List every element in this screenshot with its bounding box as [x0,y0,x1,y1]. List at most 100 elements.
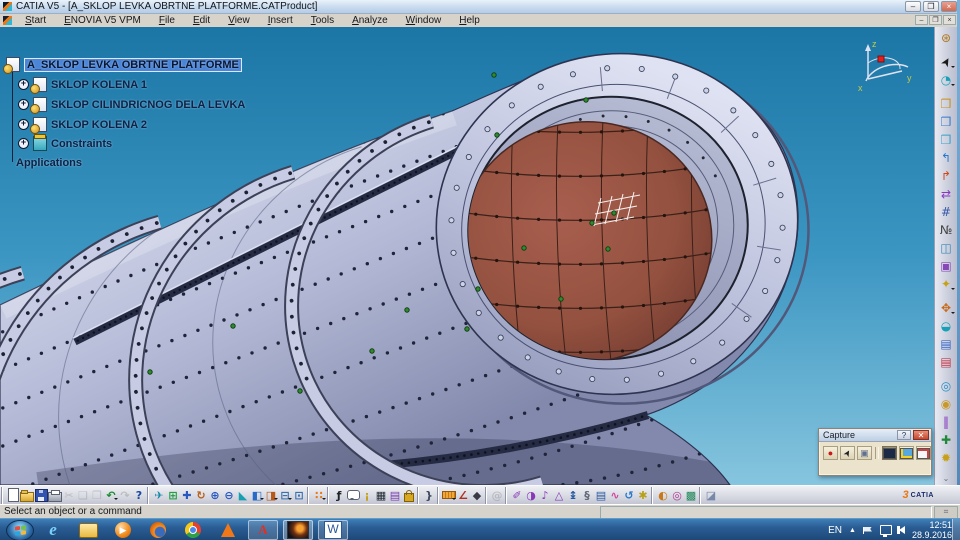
quick-view-icon[interactable]: ⊟ [278,487,292,503]
capture-record-button[interactable]: ● [823,446,838,460]
tree-item-label[interactable]: Applications [16,157,82,169]
relations-icon[interactable]: ▤ [388,487,402,503]
scene-icon[interactable]: ∿ [608,487,622,503]
start-button[interactable] [6,520,34,540]
photo-studio-icon[interactable]: ◎ [670,487,684,503]
redo-icon[interactable]: ↷ [118,487,132,503]
capture-select-mode-button[interactable]: ➤ [840,446,855,460]
knowledge-inspector-icon[interactable]: ¡ [360,487,374,503]
document-menu-icon[interactable] [3,16,12,25]
workbench-back-icon[interactable]: ◪ [704,487,718,503]
mass-properties-icon[interactable]: ◆ [470,487,484,503]
capture-album-button[interactable] [899,446,914,460]
network-icon[interactable] [879,525,892,537]
new-product-icon[interactable]: ❒ [937,113,955,131]
power-copy-icon[interactable]: } [422,487,436,503]
new-icon[interactable] [6,487,20,503]
smart-move-tool-icon[interactable]: ◑ [524,487,538,503]
taskbar-firefox[interactable] [143,520,173,540]
save-icon[interactable] [34,487,48,503]
lock-icon[interactable] [402,487,416,503]
clash-icon[interactable]: ↨ [566,487,580,503]
menu-file[interactable]: File [150,14,184,27]
tree-expander-icon[interactable]: + [18,79,29,90]
paste-icon[interactable]: ❐ [90,487,104,503]
menu-insert[interactable]: Insert [259,14,302,27]
minimize-button[interactable]: – [905,1,921,12]
print-icon[interactable] [48,487,62,503]
child-minimize[interactable]: – [915,15,928,25]
view-compass[interactable]: x y z [854,37,916,97]
normal-view-icon[interactable]: ◣ [236,487,250,503]
zoom-out-icon[interactable]: ⊖ [222,487,236,503]
volume-icon[interactable] [896,526,905,534]
capture-help-button[interactable]: ? [897,430,911,440]
menu-edit[interactable]: Edit [184,14,219,27]
selective-load-icon[interactable]: ◫ [937,239,955,257]
contact-constraint-icon[interactable]: ◉ [937,395,955,413]
zoom-in-icon[interactable]: ⊕ [208,487,222,503]
offset-constraint-icon[interactable]: ‖ [937,413,955,431]
child-close[interactable]: × [943,15,956,25]
constraints-icon[interactable] [33,134,47,151]
existing-component-positioned-icon[interactable]: ↱ [937,167,955,185]
measure-between-icon[interactable] [442,487,456,503]
render-style-icon[interactable]: ◨ [264,487,278,503]
menu-start[interactable]: Start [16,14,55,27]
replace-component-icon[interactable]: ⇄ [937,185,955,203]
snap-grid-icon[interactable]: ∷ [312,487,326,503]
language-indicator[interactable]: EN [828,525,842,536]
manipulation-icon[interactable]: ✥ [937,299,955,317]
menu-view[interactable]: View [219,14,259,27]
update-all-icon[interactable]: @ [490,487,504,503]
menu-help[interactable]: Help [450,14,489,27]
fast-multi-instantiation-icon[interactable]: ✦ [937,275,955,293]
taskbar-word[interactable]: W [318,520,348,540]
tree-item-label[interactable]: A_SKLOP LEVKA OBRTNE PLATFORME [24,57,242,72]
constraint-creation-icon[interactable]: ✱ [636,487,650,503]
product-node-icon[interactable] [30,97,47,114]
product-node-icon[interactable] [30,77,47,94]
3d-viewport[interactable]: x y z A_SKLOP LEVKA OBRTNE PLATFORME + SKLOP… [0,27,934,485]
product-node-icon[interactable] [3,57,20,74]
tree-item-label[interactable]: Constraints [51,138,112,150]
show-desktop-button[interactable] [952,519,960,540]
tree-item-label[interactable]: SKLOP CILINDRICNOG DELA LEVKA [51,99,245,111]
pan-icon[interactable]: ✚ [180,487,194,503]
menu-tools[interactable]: Tools [302,14,343,27]
clock[interactable]: 12:51 28.9.2016 [912,520,952,540]
assembly-workbench-icon[interactable]: ⊛ [937,29,955,47]
manipulation-tool-icon[interactable]: ✐ [510,487,524,503]
sectioning-icon[interactable]: § [580,487,594,503]
capture-vector-capture-button[interactable] [916,446,931,460]
tree-expander-icon[interactable]: + [18,99,29,110]
measure-item-icon[interactable]: ∠ [456,487,470,503]
snap-smart-icon[interactable]: ◒ [937,317,955,335]
capture-options-button[interactable]: ▣ [857,446,872,460]
copy-icon[interactable]: ❏ [76,487,90,503]
tree-item-label[interactable]: SKLOP KOLENA 2 [51,119,147,131]
cut-icon[interactable]: ✂ [62,487,76,503]
undo-icon[interactable]: ↶ [104,487,118,503]
tree-expander-icon[interactable]: + [18,119,29,130]
taskbar-chrome[interactable] [178,520,208,540]
explode-icon[interactable]: △ [552,487,566,503]
catalog-browser-icon[interactable]: ◐ [656,487,670,503]
restore-button[interactable]: ❐ [923,1,939,12]
tree-item-label[interactable]: SKLOP KOLENA 1 [51,79,147,91]
select-icon[interactable]: ➤ [937,53,955,71]
design-table-icon[interactable]: ▦ [374,487,388,503]
update-positions-icon[interactable]: ↺ [622,487,636,503]
close-button[interactable]: × [941,1,957,12]
comment-icon[interactable] [346,487,360,503]
split-view-icon[interactable]: ⊡ [292,487,306,503]
rendering-icon[interactable]: ▩ [684,487,698,503]
formula-icon[interactable]: ƒ [332,487,346,503]
manage-representations-icon[interactable]: ▣ [937,257,955,275]
rotate-icon[interactable]: ↻ [194,487,208,503]
snap-icon[interactable]: ◔ [937,71,955,89]
capture-dialog[interactable]: Capture ? ✕ ● ➤ ▣ [818,428,932,476]
iso-view-icon[interactable]: ◧ [250,487,264,503]
action-center-icon[interactable] [862,526,873,534]
toolbar-overflow-icon[interactable]: ⌄ [943,474,950,483]
